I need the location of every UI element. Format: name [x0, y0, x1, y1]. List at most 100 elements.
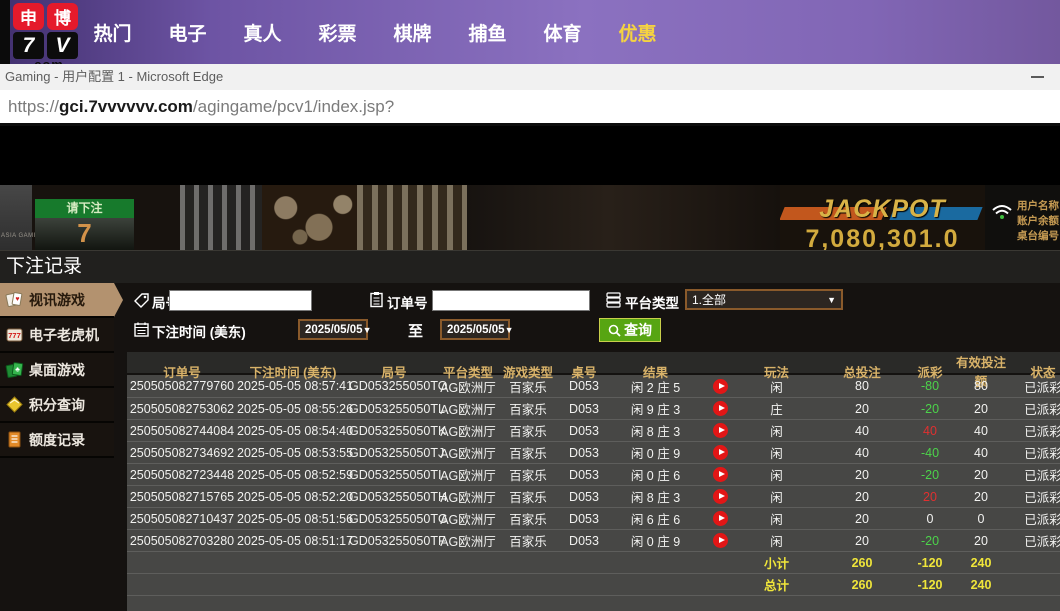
table-header: 订单号下注时间 (美东)局号平台类型游戏类型桌号结果玩法总投注派彩有效投注额状态 — [127, 352, 1060, 373]
window-title: Gaming - 用户配置 1 - Microsoft Edge — [5, 69, 223, 84]
sum-label-cell: 总计 — [739, 575, 814, 594]
date-to-select[interactable]: 2025/05/05 ▼ — [440, 319, 510, 340]
sidebar-item-label: 桌面游戏 — [29, 360, 85, 380]
play-button[interactable] — [713, 379, 728, 394]
page-titlebar: 下注记录 — [0, 250, 1060, 283]
account-label: 用户名称 — [1017, 199, 1060, 214]
chevron-down-icon: ▼ — [827, 295, 836, 305]
account-label: 账户余额 — [1017, 214, 1060, 229]
platform-cell: AG欧洲厅 — [439, 443, 497, 462]
nav-item-lottery[interactable]: 彩票 — [300, 19, 375, 46]
column-header: 桌号 — [559, 362, 609, 381]
time-cell: 2025-05-05 08:52:20 — [237, 490, 349, 504]
order-input[interactable] — [432, 290, 590, 311]
svg-text:♥: ♥ — [15, 296, 19, 303]
replay-cell — [702, 401, 739, 416]
table-row: 2505050827797602025-05-05 08:57:41GD0532… — [127, 375, 1060, 397]
table-body: 2505050827797602025-05-05 08:57:41GD0532… — [127, 373, 1060, 611]
status-cell: 已派彩 — [1012, 531, 1060, 550]
valid-bet-cell: 80 — [950, 379, 1012, 393]
replay-cell — [702, 445, 739, 460]
time-cell: 2025-05-05 08:57:41 — [237, 379, 349, 393]
platform-cell: AG欧洲厅 — [439, 421, 497, 440]
table-footer-spacer — [127, 595, 1060, 611]
status-cell: 已派彩 — [1012, 443, 1060, 462]
calendar-icon — [133, 321, 150, 338]
bet-on-cell: 闲 — [739, 443, 814, 462]
platform-select[interactable]: 1.全部 ▼ — [685, 289, 843, 310]
play-button[interactable] — [713, 533, 728, 548]
game-type-cell: 百家乐 — [497, 443, 559, 462]
time-cell: 2025-05-05 08:53:55 — [237, 446, 349, 460]
game-type-cell: 百家乐 — [497, 531, 559, 550]
column-header: 下注时间 (美东) — [237, 362, 349, 381]
window-titlebar: Gaming - 用户配置 1 - Microsoft Edge — [0, 64, 1060, 90]
sum-payout-cell: -120 — [910, 578, 950, 592]
sidebar-item-video-games[interactable]: ♥视讯游戏 — [0, 283, 114, 318]
platform-filter-label: 平台类型 — [625, 292, 679, 312]
account-label: 桌台编号 — [1017, 229, 1060, 244]
table-no-cell: D053 — [559, 512, 609, 526]
bet-on-cell: 闲 — [739, 509, 814, 528]
bet-timer: 请下注 7 — [35, 199, 134, 250]
play-button[interactable] — [713, 423, 728, 438]
slot-777-icon: 777 — [5, 325, 24, 344]
sidebar-item-slot-machines[interactable]: 777电子老虎机 — [0, 318, 114, 353]
play-button[interactable] — [713, 489, 728, 504]
result-cell: 闲 0 庄 6 — [609, 465, 702, 484]
nav-item-promo[interactable]: 优惠 — [600, 19, 675, 46]
chevron-down-icon: ▼ — [505, 325, 514, 335]
sidebar-item-credit-records[interactable]: 额度记录 — [0, 423, 114, 458]
sidebar-item-label: 额度记录 — [29, 430, 85, 450]
status-cell: 已派彩 — [1012, 421, 1060, 440]
play-button[interactable] — [713, 401, 728, 416]
site-nav-items: 热门电子真人彩票棋牌捕鱼体育优惠 — [75, 0, 675, 64]
table-row: 2505050827104372025-05-05 08:51:56GD0532… — [127, 507, 1060, 529]
nav-item-sports[interactable]: 体育 — [525, 19, 600, 46]
table-no-cell: D053 — [559, 402, 609, 416]
table-row: 2505050827440842025-05-05 08:54:40GD0532… — [127, 419, 1060, 441]
total-bet-cell: 40 — [814, 446, 910, 460]
order-cell: 250505082744084 — [127, 424, 237, 438]
order-cell: 250505082703280 — [127, 534, 237, 548]
browser-url-bar[interactable]: https://gci.7vvvvvv.com/agingame/pcv1/in… — [0, 90, 1060, 126]
time-cell: 2025-05-05 08:51:17 — [237, 534, 349, 548]
payout-cell: 0 — [910, 512, 950, 526]
round-input[interactable] — [169, 290, 312, 311]
order-filter-label: 订单号 — [387, 292, 428, 312]
wifi-icon — [991, 203, 1013, 226]
round-cell: GD053255050TI — [349, 468, 439, 482]
play-button[interactable] — [713, 445, 728, 460]
sidebar-item-points-query[interactable]: 积分查询 — [0, 388, 114, 423]
round-cell: GD053255050TO — [349, 379, 439, 393]
nav-item-live[interactable]: 真人 — [225, 19, 300, 46]
url-protocol: https:// — [8, 97, 59, 116]
sum-label-cell: 小计 — [739, 553, 814, 572]
game-type-cell: 百家乐 — [497, 509, 559, 528]
game-banner: ASIA GAMING 请下注 7 JACKPOT 7,080,301.0 — [0, 126, 1060, 250]
bet-on-cell: 闲 — [739, 531, 814, 550]
play-button[interactable] — [713, 467, 728, 482]
total-bet-cell: 80 — [814, 379, 910, 393]
photo-blur — [467, 185, 780, 250]
svg-text:777: 777 — [8, 331, 21, 340]
chevron-down-icon: ▼ — [363, 325, 372, 335]
nav-item-electronic[interactable]: 电子 — [150, 19, 225, 46]
nav-item-chess[interactable]: 棋牌 — [375, 19, 450, 46]
table-no-cell: D053 — [559, 468, 609, 482]
play-button[interactable] — [713, 511, 728, 526]
game-photo-left: ASIA GAMING — [0, 185, 32, 250]
result-cell: 闲 8 庄 3 — [609, 487, 702, 506]
url-domain: gci.7vvvvvv.com — [59, 97, 193, 116]
minimize-button[interactable] — [1031, 76, 1044, 78]
nav-item-hot[interactable]: 热门 — [75, 19, 150, 46]
game-type-cell: 百家乐 — [497, 399, 559, 418]
date-from-select[interactable]: 2025/05/05 ▼ — [298, 319, 368, 340]
order-cell: 250505082710437 — [127, 512, 237, 526]
bet-on-cell: 闲 — [739, 421, 814, 440]
nav-item-fishing[interactable]: 捕鱼 — [450, 19, 525, 46]
platform-icon — [605, 291, 622, 308]
photo-bokeh — [262, 185, 357, 250]
search-button[interactable]: 查询 — [599, 318, 661, 342]
sidebar-item-table-games[interactable]: ♣桌面游戏 — [0, 353, 114, 388]
